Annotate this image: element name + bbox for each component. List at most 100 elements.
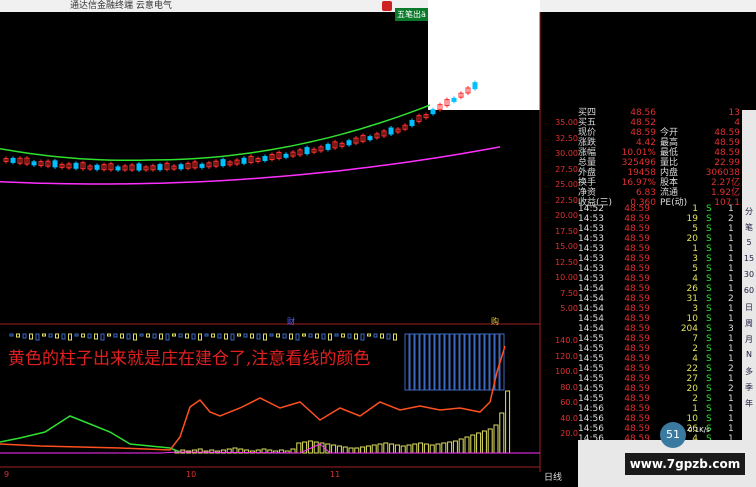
period-label[interactable]: 日线	[544, 470, 562, 483]
kline-chart[interactable]	[0, 12, 578, 487]
quote-row[interactable]: 现价 48.59 今开 48.59	[578, 128, 742, 138]
candle-body	[451, 97, 457, 102]
tick-time: 14:54	[578, 294, 604, 304]
tick-row[interactable]: 14:56 48.59 10 S 1	[578, 414, 742, 424]
period-button[interactable]: 季	[742, 382, 756, 393]
indicator-bar	[447, 441, 453, 454]
indicator-bar	[418, 442, 424, 454]
tick-row[interactable]: 14:53 48.59 20 S 1	[578, 234, 742, 244]
period-button[interactable]: 笔	[742, 222, 756, 233]
quote-panel: 买四 48.56 13 买五 48.52 4 现价 48.59 今开 48.59 涨跌 4.42 最高 4…	[578, 108, 742, 464]
tick-count: 2	[728, 384, 734, 394]
tick-count: 1	[728, 234, 734, 244]
quote-row[interactable]: 总量 325496 量比 22.99	[578, 158, 742, 168]
tick-time: 14:54	[578, 314, 604, 324]
candle-body	[430, 109, 436, 115]
tick-price: 48.59	[624, 424, 650, 434]
tick-price: 48.59	[624, 414, 650, 424]
tick-count: 1	[728, 424, 734, 434]
tick-row[interactable]: 14:55 48.59 22 S 2	[578, 364, 742, 374]
tick-row[interactable]: 14:54 48.59 26 S 1	[578, 284, 742, 294]
period-button[interactable]: 分	[742, 206, 756, 217]
indicator-small-bar	[269, 333, 274, 337]
indicator-bar	[313, 441, 319, 454]
tick-row[interactable]: 14:52 48.59 1 S 1	[578, 204, 742, 214]
tick-time: 14:52	[578, 204, 604, 214]
period-button[interactable]: 5	[742, 238, 756, 247]
indicator-box	[429, 333, 435, 391]
indicator-box	[444, 333, 450, 391]
tick-row[interactable]: 14:55 48.59 2 S 1	[578, 394, 742, 404]
tick-row[interactable]: 14:55 48.59 20 S 2	[578, 384, 742, 394]
quote-label: 总量	[578, 158, 597, 168]
app-icon	[382, 1, 392, 11]
tick-volume: 3	[692, 304, 698, 314]
tick-row[interactable]: 14:54 48.59 204 S 3	[578, 324, 742, 334]
indicator-small-bar	[217, 333, 222, 339]
tick-row[interactable]: 14:5648.591S1	[578, 404, 742, 414]
tick-price: 48.59	[624, 374, 650, 384]
tick-row[interactable]: 14:53 48.59 3 S 1	[578, 254, 742, 264]
indicator-bar	[481, 430, 487, 454]
tick-row[interactable]: 14:53 48.59 19 S 2	[578, 214, 742, 224]
tick-row[interactable]: 14:55 48.59 7 S 1	[578, 334, 742, 344]
quote-row[interactable]: 外盘 19458 内盘 306038	[578, 168, 742, 178]
tick-row[interactable]: 14:53 48.59 1 S 1	[578, 244, 742, 254]
tick-count: 1	[728, 244, 734, 254]
tick-row[interactable]: 14:55 48.59 2 S 1	[578, 344, 742, 354]
window-title: 通达信金融终端 云意电气	[70, 1, 172, 11]
tick-row[interactable]: 14:55 48.59 4 S 1	[578, 354, 742, 364]
period-button[interactable]: 周	[742, 318, 756, 329]
tick-count: 1	[728, 374, 734, 384]
tick-side: S	[706, 204, 712, 214]
quote-label: 最高	[660, 138, 679, 148]
period-button[interactable]: N	[742, 350, 756, 359]
candle-body	[52, 160, 58, 168]
quote-row[interactable]: 涨跌 4.42 最高 48.59	[578, 138, 742, 148]
indicator-bar	[377, 443, 383, 454]
tick-row[interactable]: 14:54 48.59 10 S 1	[578, 314, 742, 324]
marker-cai[interactable]: 财	[287, 316, 295, 327]
quote-row[interactable]: 换手 16.97% 股本 2.27亿	[578, 178, 742, 188]
indicator-bar	[336, 445, 342, 454]
indicator-tick: 100.0	[555, 367, 578, 376]
marker-mai[interactable]: 购	[491, 316, 499, 327]
period-button[interactable]: 60	[742, 286, 756, 295]
network-gauge[interactable]: 51	[660, 422, 686, 448]
tick-price: 48.59	[624, 404, 650, 414]
tick-row[interactable]: 14:54 48.59 3 S 1	[578, 304, 742, 314]
price-tick: 15.00	[555, 242, 578, 251]
indicator-small-bar	[289, 333, 293, 340]
tick-row[interactable]: 14:53 48.59 5 S 1	[578, 264, 742, 274]
period-button[interactable]: 30	[742, 270, 756, 279]
price-tick: 35.00	[555, 118, 578, 127]
indicator-box	[489, 333, 495, 391]
quote-row[interactable]: 买四 48.56 13	[578, 108, 742, 118]
tick-side: S	[706, 404, 712, 414]
tick-price: 48.59	[624, 254, 650, 264]
tick-row[interactable]: 14:53 48.59 5 S 1	[578, 224, 742, 234]
period-button[interactable]: 15	[742, 254, 756, 263]
indicator-small-bar	[55, 333, 59, 339]
quote-row[interactable]: 净资 6.83 流通 1.92亿	[578, 188, 742, 198]
tick-row[interactable]: 14:54 48.59 31 S 2	[578, 294, 742, 304]
period-button[interactable]: 月	[742, 334, 756, 345]
quote-value: 22.99	[714, 158, 740, 168]
indicator-small-bar	[256, 333, 261, 340]
quote-row[interactable]: 涨幅 10.01% 最低 48.59	[578, 148, 742, 158]
tick-row[interactable]: 14:53 48.59 4 S 1	[578, 274, 742, 284]
tick-row[interactable]: 14:55 48.59 27 S 1	[578, 374, 742, 384]
indicator-small-bar	[328, 333, 332, 341]
period-button[interactable]: 多	[742, 366, 756, 377]
price-tick: 10.00	[555, 273, 578, 282]
tick-time: 14:56	[578, 424, 604, 434]
period-button[interactable]: 日	[742, 302, 756, 313]
tick-side: S	[706, 304, 712, 314]
indicator-box	[474, 333, 480, 391]
speed-label: 0.1K/s	[688, 426, 710, 434]
quote-row[interactable]: 买五 48.52 4	[578, 118, 742, 128]
tick-price: 48.59	[624, 244, 650, 254]
tick-count: 1	[728, 204, 734, 214]
indicator-bar	[470, 434, 476, 454]
period-button[interactable]: 年	[742, 398, 756, 409]
